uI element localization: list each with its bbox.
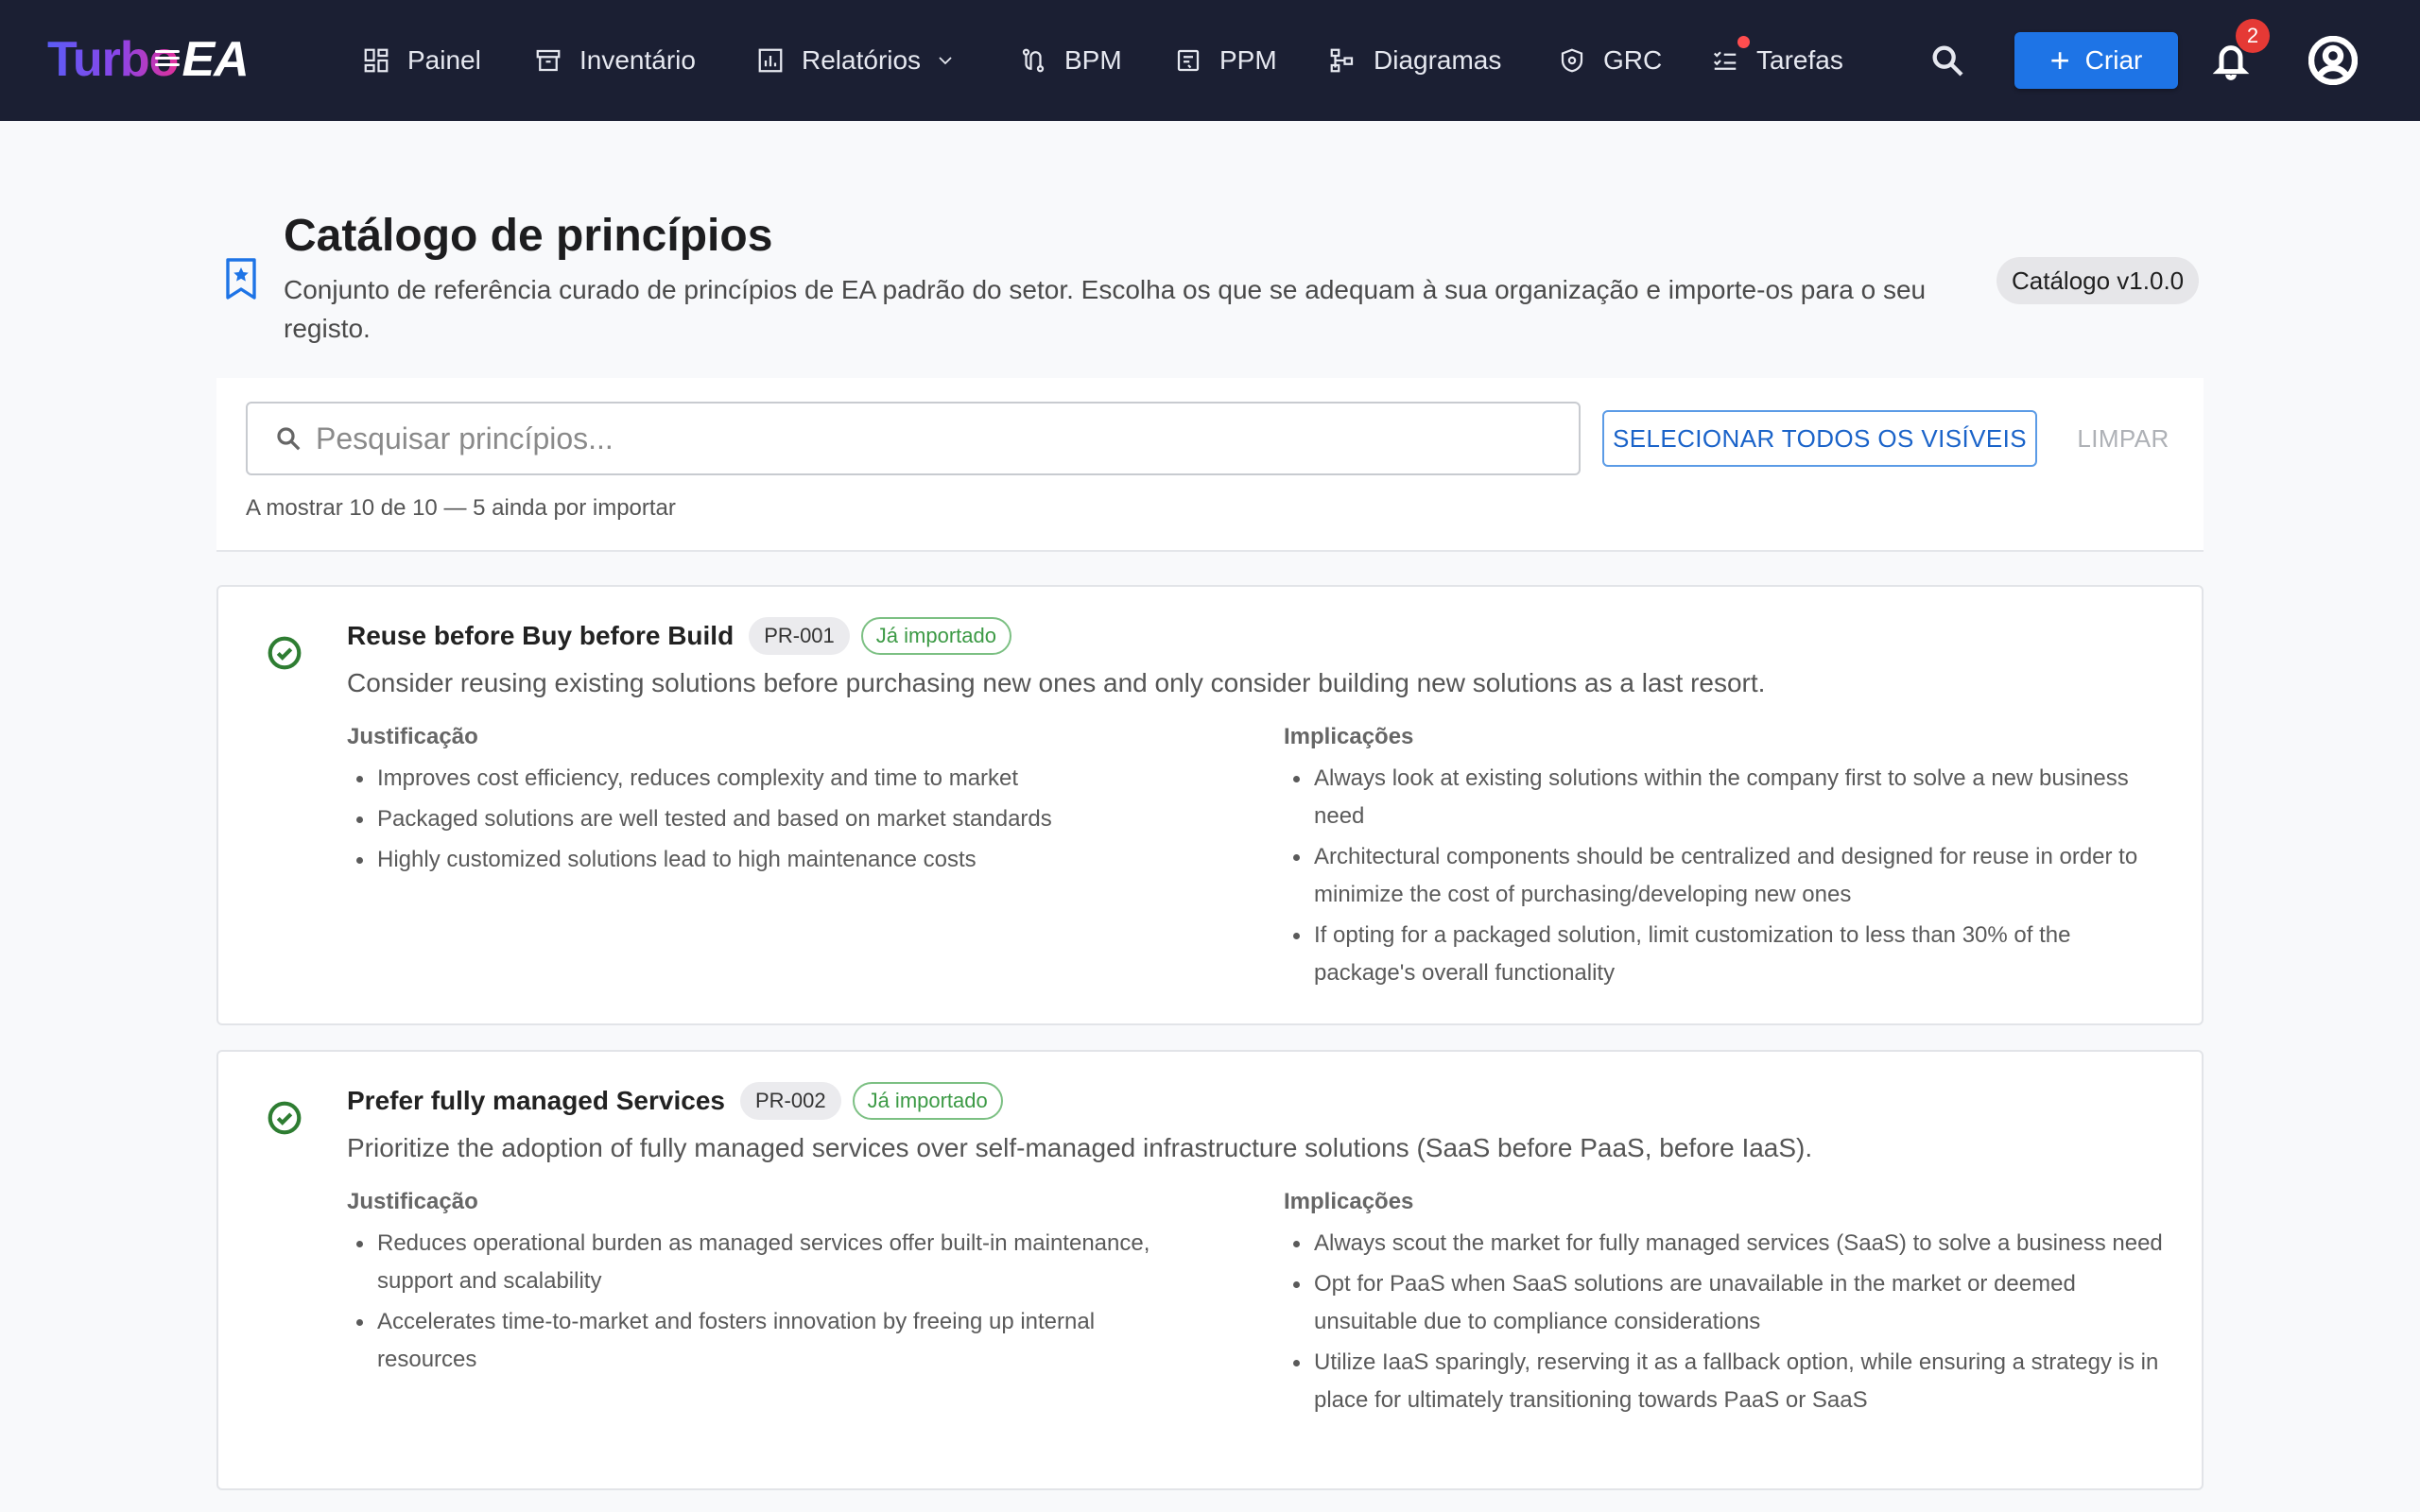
principle-card[interactable]: Reuse before Buy before Build PR-001 Já …: [216, 585, 2204, 1025]
global-search-button[interactable]: [1928, 42, 1966, 79]
check-circle-icon: [268, 1101, 302, 1135]
top-navigation-bar: Turbo EA Painel Inventário Relatórios BP…: [0, 0, 2420, 121]
archive-icon: [536, 49, 561, 72]
nav-label: Tarefas: [1756, 45, 1843, 75]
principle-card[interactable]: Prefer fully managed Services PR-002 Já …: [216, 1050, 2204, 1490]
page-title: Catálogo de princípios: [284, 211, 773, 261]
catalog-version-badge: Catálogo v1.0.0: [1996, 257, 2200, 304]
implications-label: Implicações: [1284, 724, 1414, 749]
logo-text-ea: EA: [155, 31, 250, 88]
principle-header: Reuse before Buy before Build PR-001 Já …: [347, 617, 1011, 655]
nav-label: BPM: [1064, 45, 1122, 75]
principle-id-chip: PR-002: [739, 1082, 841, 1120]
clear-button[interactable]: LIMPAR: [2060, 410, 2187, 467]
list-item: Always scout the market for fully manage…: [1284, 1225, 2172, 1263]
list-item: Always look at existing solutions within…: [1284, 760, 2172, 835]
page-subtitle: Conjunto de referência curado de princíp…: [284, 275, 1927, 343]
bar-chart-icon: [758, 48, 783, 73]
implications-list: Always look at existing solutions within…: [1284, 760, 2172, 995]
account-circle-icon: [2308, 35, 2359, 86]
notification-dot: [1737, 36, 1750, 48]
principle-title: Reuse before Buy before Build: [347, 621, 735, 650]
nav-item-inventario[interactable]: Inventário: [534, 32, 696, 89]
nav-label: Diagramas: [1374, 45, 1502, 75]
check-circle-icon: [268, 636, 302, 670]
nav-label: PPM: [1219, 45, 1277, 75]
select-all-visible-button[interactable]: SELECIONAR TODOS OS VISÍVEIS: [1602, 410, 2037, 467]
search-input[interactable]: [316, 421, 1545, 456]
implications-list: Always scout the market for fully manage…: [1284, 1225, 2172, 1422]
rationale-label: Justificação: [347, 724, 478, 749]
nav-label: Painel: [407, 45, 481, 75]
nav-item-diagramas[interactable]: Diagramas: [1328, 32, 1501, 89]
app-logo[interactable]: Turbo EA: [47, 28, 250, 91]
nav-item-relatorios[interactable]: Relatórios: [756, 32, 957, 89]
nav-item-tarefas[interactable]: Tarefas: [1711, 32, 1843, 89]
list-item: Reduces operational burden as managed se…: [347, 1225, 1198, 1300]
list-item: Architectural components should be centr…: [1284, 838, 2172, 914]
list-item: Opt for PaaS when SaaS solutions are una…: [1284, 1265, 2172, 1341]
logo-speed-lines-icon: [155, 50, 181, 67]
nav-label: GRC: [1603, 45, 1663, 75]
checklist-icon: [1713, 51, 1737, 70]
principle-description: Consider reusing existing solutions befo…: [347, 668, 1766, 697]
nav-label: Relatórios: [802, 45, 922, 75]
nav-item-bpm[interactable]: BPM: [1019, 32, 1122, 89]
create-button[interactable]: + Criar: [2014, 32, 2178, 89]
list-item: Accelerates time-to-market and fosters i…: [347, 1303, 1198, 1379]
diagram-icon: [1330, 48, 1354, 73]
search-panel: SELECIONAR TODOS OS VISÍVEIS LIMPAR A mo…: [216, 378, 2204, 552]
user-account-button[interactable]: [2308, 35, 2359, 86]
nav-item-ppm[interactable]: PPM: [1174, 32, 1277, 89]
list-item: Improves cost efficiency, reduces comple…: [347, 760, 1198, 798]
create-button-label: Criar: [2084, 45, 2143, 75]
plus-icon: +: [2049, 41, 2070, 79]
search-icon: [1932, 45, 1963, 77]
list-item: If opting for a packaged solution, limit…: [1284, 917, 2172, 992]
project-icon: [1177, 49, 1200, 72]
notification-count-badge: 2: [2236, 19, 2270, 53]
imported-status-chip: Já importado: [852, 1082, 1003, 1120]
bookmark-star-icon: [225, 257, 257, 301]
implications-label: Implicações: [1284, 1189, 1414, 1214]
rationale-list: Reduces operational burden as managed se…: [347, 1225, 1198, 1382]
rationale-list: Improves cost efficiency, reduces comple…: [347, 760, 1198, 882]
dashboard-icon: [364, 48, 389, 73]
route-icon: [1022, 48, 1045, 73]
list-item: Highly customized solutions lead to high…: [347, 841, 1198, 879]
chevron-down-icon: [939, 57, 952, 65]
principle-title: Prefer fully managed Services: [347, 1086, 725, 1115]
shield-icon: [1561, 48, 1583, 73]
list-item: Utilize IaaS sparingly, reserving it as …: [1284, 1344, 2172, 1419]
rationale-label: Justificação: [347, 1189, 478, 1214]
search-icon: [277, 427, 301, 451]
list-item: Packaged solutions are well tested and b…: [347, 800, 1198, 838]
principle-description: Prioritize the adoption of fully managed…: [347, 1133, 1813, 1162]
nav-item-painel[interactable]: Painel: [362, 32, 481, 89]
nav-label: Inventário: [579, 45, 696, 75]
imported-status-chip: Já importado: [860, 617, 1011, 655]
principle-id-chip: PR-001: [749, 617, 850, 655]
results-count-text: A mostrar 10 de 10 — 5 ainda por importa…: [246, 495, 676, 521]
search-field[interactable]: [246, 402, 1581, 475]
nav-item-grc[interactable]: GRC: [1558, 32, 1662, 89]
principle-header: Prefer fully managed Services PR-002 Já …: [347, 1082, 1003, 1120]
